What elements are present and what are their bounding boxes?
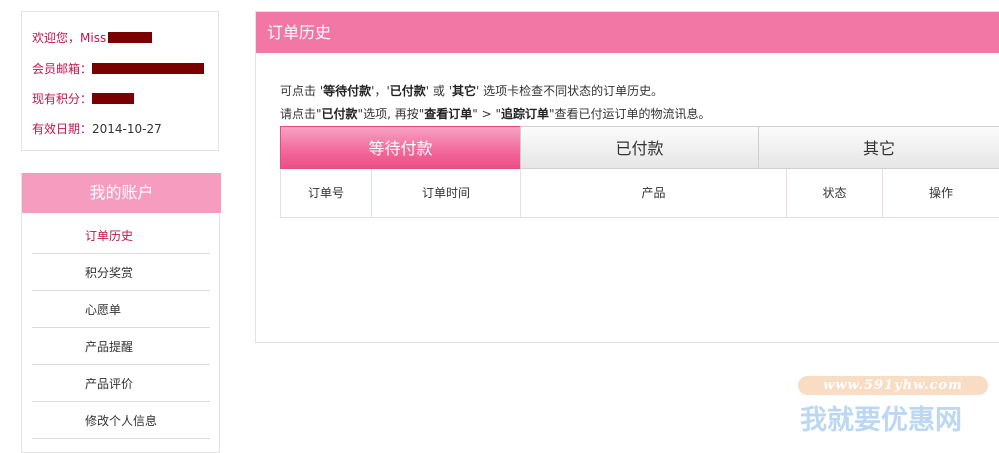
- instruction-keyword: 已付款: [389, 84, 426, 98]
- redacted-name: [108, 32, 153, 43]
- watermark-logo: 我就要优惠网: [800, 405, 962, 436]
- instruction-text: '，': [371, 84, 390, 98]
- account-menu: 我的账户 订单历史 积分奖赏 心愿单 产品提醒 产品评价 修改个人信息: [21, 173, 221, 453]
- welcome-row: 欢迎您，Miss: [32, 29, 153, 46]
- tab-awaiting-payment[interactable]: 等待付款: [280, 126, 521, 169]
- watermark-url: www.591yhw.com: [798, 376, 988, 395]
- expiry-row: 有效日期：2014-10-27: [32, 120, 162, 137]
- expiry-value: 2014-10-27: [92, 122, 162, 136]
- email-label: 会员邮箱：: [32, 62, 93, 76]
- page-title: 订单历史: [256, 12, 999, 53]
- instruction-keyword: 等待付款: [323, 84, 372, 98]
- redacted-points: [92, 93, 135, 104]
- order-status-tabs: 等待付款 已付款 其它: [280, 126, 999, 169]
- column-actions: 操作: [883, 169, 999, 218]
- instruction-line-1: 可点击 '等待付款'，'已付款' 或 '其它' 选项卡检查不同状态的订单历史。: [280, 82, 663, 99]
- order-table-header: 订单号 订单时间 产品 状态 操作: [280, 169, 999, 218]
- instruction-text: ' 或 ': [425, 84, 452, 98]
- sidebar-item-product-reviews[interactable]: 产品评价: [32, 366, 210, 402]
- instruction-keyword: 查看订单: [424, 107, 473, 121]
- email-row: 会员邮箱：: [32, 60, 205, 77]
- instruction-text: 可点击 ': [280, 84, 324, 98]
- account-info-box: 欢迎您，Miss 会员邮箱： 现有积分： 有效日期：2014-10-27: [21, 11, 219, 151]
- points-label: 现有积分：: [32, 92, 93, 106]
- column-product: 产品: [521, 169, 787, 218]
- instruction-keyword: 其它: [452, 84, 477, 98]
- instruction-text: ' 选项卡检查不同状态的订单历史。: [476, 84, 664, 98]
- tab-paid[interactable]: 已付款: [520, 126, 759, 169]
- column-order-time: 订单时间: [372, 169, 521, 218]
- menu-title: 我的账户: [22, 173, 221, 213]
- instruction-text: "选项, 再按": [357, 107, 425, 121]
- instruction-keyword: 已付款: [321, 107, 358, 121]
- order-history-panel: 订单历史 可点击 '等待付款'，'已付款' 或 '其它' 选项卡检查不同状态的订…: [255, 11, 999, 343]
- sidebar-item-edit-profile[interactable]: 修改个人信息: [32, 403, 210, 439]
- sidebar-item-wishlist[interactable]: 心愿单: [32, 292, 210, 328]
- instruction-line-2: 请点击"已付款"选项, 再按"查看订单" > "追踪订单"查看已付运订单的物流讯…: [280, 105, 711, 122]
- tab-other[interactable]: 其它: [758, 126, 999, 169]
- sidebar-item-order-history[interactable]: 订单历史: [32, 218, 210, 254]
- points-row: 现有积分：: [32, 90, 135, 107]
- instruction-text: "查看已付运订单的物流讯息。: [548, 107, 711, 121]
- column-order-number: 订单号: [280, 169, 372, 218]
- column-status: 状态: [787, 169, 883, 218]
- instruction-keyword: 追踪订单: [500, 107, 549, 121]
- instruction-text: 请点击": [280, 107, 322, 121]
- welcome-label: 欢迎您，Miss: [32, 31, 107, 45]
- redacted-email: [92, 63, 205, 74]
- expiry-label: 有效日期：: [32, 122, 93, 136]
- sidebar-item-product-alerts[interactable]: 产品提醒: [32, 329, 210, 365]
- sidebar-item-points-rewards[interactable]: 积分奖赏: [32, 255, 210, 291]
- instruction-text: " > ": [472, 107, 501, 121]
